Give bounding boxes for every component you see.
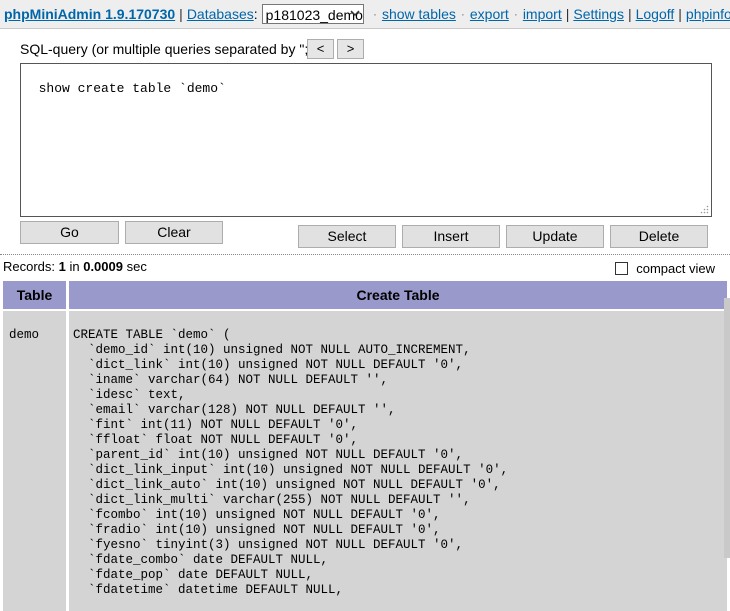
separator: | — [565, 6, 570, 22]
compact-view-toggle[interactable]: compact view — [615, 261, 715, 276]
records-prefix: Records: — [3, 259, 59, 274]
scrollbar-thumb[interactable] — [724, 298, 730, 558]
column-header-table[interactable]: Table — [3, 281, 66, 309]
table-cell-create-statement: CREATE TABLE `demo` ( `demo_id` int(10) … — [69, 311, 727, 611]
chevron-down-icon — [350, 10, 360, 17]
import-link[interactable]: import — [523, 6, 562, 22]
colon: : — [253, 6, 258, 22]
query-time: 0.0009 — [83, 259, 123, 274]
records-count: 1 — [58, 259, 66, 274]
results-table: Table Create Table demo CREATE TABLE `de… — [3, 281, 727, 611]
table-cell-name: demo — [3, 311, 66, 611]
divider — [0, 254, 730, 255]
create-table-statement: CREATE TABLE `demo` ( `demo_id` int(10) … — [73, 328, 509, 597]
brand-link[interactable]: phpMiniAdmin 1.9.170730 — [4, 6, 175, 22]
resize-grip-icon[interactable] — [700, 205, 709, 214]
database-select[interactable]: p181023_demo — [261, 4, 364, 24]
compact-view-checkbox[interactable] — [615, 262, 629, 275]
table-name-value: demo — [9, 328, 40, 342]
clear-button[interactable]: Clear — [125, 221, 223, 244]
column-header-create-table[interactable]: Create Table — [69, 281, 727, 309]
top-nav-bar: phpMiniAdmin 1.9.170730 | Databases: p18… — [0, 0, 730, 29]
dot-separator: · — [513, 7, 518, 21]
settings-link[interactable]: Settings — [573, 6, 624, 22]
insert-button[interactable]: Insert — [402, 225, 500, 248]
select-button[interactable]: Select — [298, 225, 396, 248]
previous-query-button[interactable]: < — [307, 39, 334, 59]
records-in: in — [65, 259, 84, 274]
dot-separator: · — [372, 7, 377, 21]
sql-query-text: show create table `demo` — [38, 81, 226, 96]
dot-separator: · — [460, 7, 465, 21]
separator: | — [627, 6, 632, 22]
compact-view-label: compact view — [636, 261, 715, 276]
databases-link[interactable]: Databases — [187, 6, 254, 22]
records-sec: sec — [122, 259, 147, 274]
sql-query-textarea[interactable]: show create table `demo` — [20, 63, 712, 217]
go-button[interactable]: Go — [20, 221, 119, 244]
logoff-link[interactable]: Logoff — [636, 6, 675, 22]
separator: | — [678, 6, 682, 22]
records-summary: Records: 1 in 0.0009 sec — [3, 259, 147, 274]
database-selected-value: p181023_demo — [265, 7, 363, 23]
update-button[interactable]: Update — [506, 225, 604, 248]
phpinfo-link[interactable]: phpinfo — [686, 6, 730, 22]
export-link[interactable]: export — [470, 6, 509, 22]
next-query-button[interactable]: > — [337, 39, 364, 59]
sql-query-label: SQL-query (or multiple queries separated… — [20, 41, 322, 57]
show-tables-link[interactable]: show tables — [382, 6, 456, 22]
separator: | — [179, 6, 183, 22]
delete-button[interactable]: Delete — [610, 225, 708, 248]
